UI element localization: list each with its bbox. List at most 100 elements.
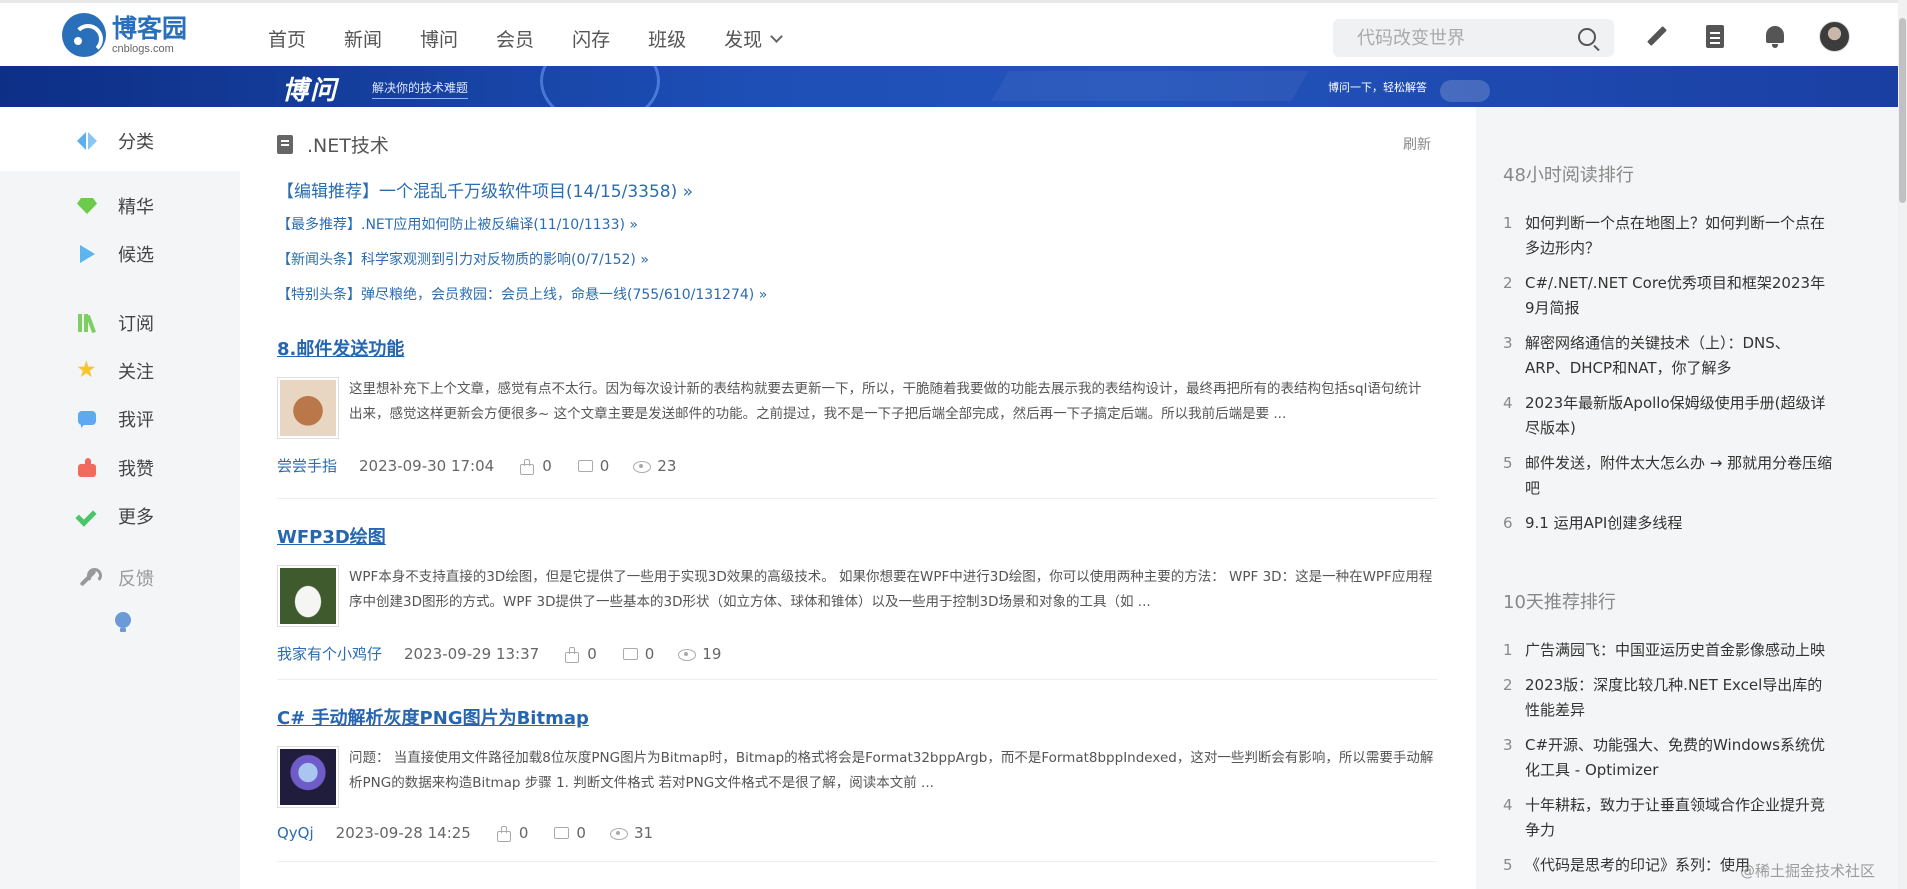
like-icon[interactable] (520, 458, 535, 475)
post-item: WFP3D绘图 WPF本身不支持直接的3D绘图，但是它提供了一些用于实现3D效果… (277, 523, 1437, 664)
top-nav-bar: 博客园 cnblogs.com 首页 新闻 博问 会员 闪存 班级 发现 (0, 0, 1898, 66)
post-title[interactable]: WFP3D绘图 (277, 523, 1437, 549)
nav-ing[interactable]: 闪存 (572, 25, 610, 52)
view-count: 19 (702, 644, 722, 663)
rank-link[interactable]: C#开源、功能强大、免费的Windows系统优化工具 - Optimizer (1525, 733, 1833, 783)
sidebar-item-candidate[interactable]: 候选 (77, 241, 154, 267)
rank-link[interactable]: 广告满园飞：中国亚运历史首金影像感动上映 (1525, 638, 1825, 663)
list-item[interactable]: 5 邮件发送，附件太大怎么办 → 那就用分卷压缩吧 (1503, 451, 1833, 501)
sidebar-item-my-likes[interactable]: 我赞 (77, 455, 154, 481)
like-icon[interactable] (496, 826, 511, 842)
sidebar-item-my-comments[interactable]: 我评 (77, 406, 154, 432)
post-meta: 我家有个小鸡仔 2023-09-29 13:37 0 0 19 (277, 643, 1437, 664)
sidebar-item-label: 订阅 (118, 314, 154, 335)
pinned-link[interactable]: 【最多推荐】.NET应用如何防止被反编译(11/10/1133) » (277, 214, 638, 234)
like-count: 0 (518, 824, 529, 842)
document-icon[interactable] (1704, 25, 1726, 49)
sidebar-item-label: 候选 (118, 245, 154, 266)
pencil-icon[interactable] (1645, 25, 1667, 49)
nav-news[interactable]: 新闻 (344, 25, 382, 52)
scrollbar-thumb[interactable] (1899, 18, 1906, 203)
sidebar-item-feedback[interactable]: 反馈 (77, 565, 154, 591)
sidebar-item-subscribe[interactable]: 订阅 (77, 310, 154, 336)
main-content: .NET技术 刷新 【编辑推荐】一个混乱千万级软件项目(14/15/3358) … (240, 107, 1476, 889)
view-icon (678, 647, 697, 661)
author-avatar[interactable] (277, 746, 339, 808)
pinned-link[interactable]: 【新闻头条】科学家观测到引力对反物质的影响(0/7/152) » (277, 249, 649, 269)
search-icon[interactable] (1578, 28, 1596, 46)
rank-link[interactable]: 2023版：深度比较几种.NET Excel导出库的性能差异 (1525, 673, 1833, 723)
list-item[interactable]: 4 2023年最新版Apollo保姆级使用手册(超级详尽版本) (1503, 391, 1833, 441)
rank-link[interactable]: 解密网络通信的关键技术（上）：DNS、ARP、DHCP和NAT，你了解多 (1525, 331, 1833, 381)
nav-class[interactable]: 班级 (648, 25, 686, 52)
list-item[interactable]: 3 C#开源、功能强大、免费的Windows系统优化工具 - Optimizer (1503, 733, 1833, 783)
list-item[interactable]: 1 广告满园飞：中国亚运历史首金影像感动上映 (1503, 638, 1833, 663)
rank-link[interactable]: 2023年最新版Apollo保姆级使用手册(超级详尽版本) (1525, 391, 1833, 441)
books-icon (77, 313, 97, 333)
rank-48h-title: 48小时阅读排行 (1503, 165, 1634, 186)
like-count: 0 (542, 456, 552, 475)
list-item[interactable]: 2 C#/.NET/.NET Core优秀项目和框架2023年9月简报 (1503, 271, 1833, 321)
post-author[interactable]: 我家有个小鸡仔 (277, 643, 382, 664)
sidebar-item-label: 更多 (118, 507, 154, 528)
post-excerpt: WPF本身不支持直接的3D绘图，但是它提供了一些用于实现3D效果的高级技术。 如… (349, 569, 1433, 610)
rank-link[interactable]: 9.1 运用API创建多线程 (1525, 511, 1682, 536)
thumbs-up-icon (77, 458, 97, 478)
list-item[interactable]: 4 十年耕耘，致力于让垂直领域合作企业提升竞争力 (1503, 793, 1833, 843)
comment-icon[interactable] (622, 647, 638, 661)
logo-icon (62, 13, 106, 57)
search-input[interactable] (1357, 27, 1572, 49)
list-item[interactable]: 6 9.1 运用API创建多线程 (1503, 511, 1833, 536)
nav-vip[interactable]: 会员 (496, 25, 534, 52)
sidebar-item-more[interactable]: 更多 (77, 503, 154, 529)
post-author[interactable]: 尝尝手指 (277, 455, 337, 476)
list-item[interactable]: 3 解密网络通信的关键技术（上）：DNS、ARP、DHCP和NAT，你了解多 (1503, 331, 1833, 381)
comment-icon[interactable] (577, 459, 593, 473)
list-item[interactable]: 2 2023版：深度比较几种.NET Excel导出库的性能差异 (1503, 673, 1833, 723)
sidebar-item-featured[interactable]: 精华 (77, 193, 154, 219)
sidebar-item-label: 精华 (118, 197, 154, 218)
qa-banner[interactable]: 博问 解决你的技术难题 博问一下，轻松解答 (0, 66, 1898, 107)
like-icon[interactable] (565, 646, 580, 663)
play-icon (77, 244, 97, 264)
wrench-icon (77, 568, 102, 588)
rank-link[interactable]: 十年耕耘，致力于让垂直领域合作企业提升竞争力 (1525, 793, 1833, 843)
list-item[interactable]: 1 如何判断一个点在地图上？如何判断一个点在多边形内？ (1503, 211, 1833, 261)
scrollbar[interactable] (1898, 0, 1907, 889)
post-title[interactable]: C# 手动解析灰度PNG图片为Bitmap (277, 704, 1437, 730)
comment-icon[interactable] (554, 826, 570, 840)
post-title[interactable]: 8.邮件发送功能 (277, 335, 1437, 361)
section-title: .NET技术 (307, 135, 389, 157)
right-sidebar: 48小时阅读排行 1 如何判断一个点在地图上？如何判断一个点在多边形内？ 2 C#/… (1476, 107, 1898, 889)
lightbulb-icon[interactable] (115, 612, 131, 634)
rank-link[interactable]: 邮件发送，附件太大怎么办 → 那就用分卷压缩吧 (1525, 451, 1833, 501)
banner-brand: 博问 (282, 76, 339, 106)
divider (277, 498, 1437, 499)
rank-link[interactable]: 《代码是思考的印记》系列：使用 (1525, 853, 1750, 878)
pinned-link[interactable]: 【特别头条】弹尽粮绝，会员救园：会员上线，命悬一线(755/610/131274… (277, 284, 767, 304)
sidebar-category-header[interactable]: 分类 (0, 107, 240, 171)
sidebar-item-follow[interactable]: 关注 (76, 357, 154, 384)
comment-count: 0 (576, 824, 586, 842)
main-nav: 首页 新闻 博问 会员 闪存 班级 发现 (268, 25, 819, 52)
author-avatar[interactable] (277, 565, 339, 627)
nav-discover[interactable]: 发现 (724, 25, 783, 52)
sidebar-item-label: 反馈 (118, 569, 154, 590)
rank-link[interactable]: 如何判断一个点在地图上？如何判断一个点在多边形内？ (1525, 211, 1833, 261)
avatar[interactable] (1819, 21, 1850, 52)
site-logo[interactable]: 博客园 cnblogs.com (62, 13, 187, 57)
banner-tagline: 解决你的技术难题 (372, 79, 469, 99)
rank-link[interactable]: C#/.NET/.NET Core优秀项目和框架2023年9月简报 (1525, 271, 1833, 321)
nav-qa[interactable]: 博问 (420, 25, 458, 52)
sidebar-item-label: 关注 (118, 362, 154, 383)
refresh-link[interactable]: 刷新 (1403, 134, 1431, 154)
sidebar-category-label: 分类 (118, 132, 154, 153)
search-box (1333, 19, 1614, 57)
comment-count: 0 (599, 456, 610, 475)
author-avatar[interactable] (277, 377, 339, 439)
pinned-link[interactable]: 【编辑推荐】一个混乱千万级软件项目(14/15/3358) » (277, 177, 693, 202)
nav-home[interactable]: 首页 (268, 25, 306, 52)
bell-icon[interactable] (1764, 25, 1786, 49)
post-author[interactable]: QyQj (277, 824, 314, 842)
rank-48h-list: 1 如何判断一个点在地图上？如何判断一个点在多边形内？ 2 C#/.NET/.NET… (1503, 211, 1833, 546)
